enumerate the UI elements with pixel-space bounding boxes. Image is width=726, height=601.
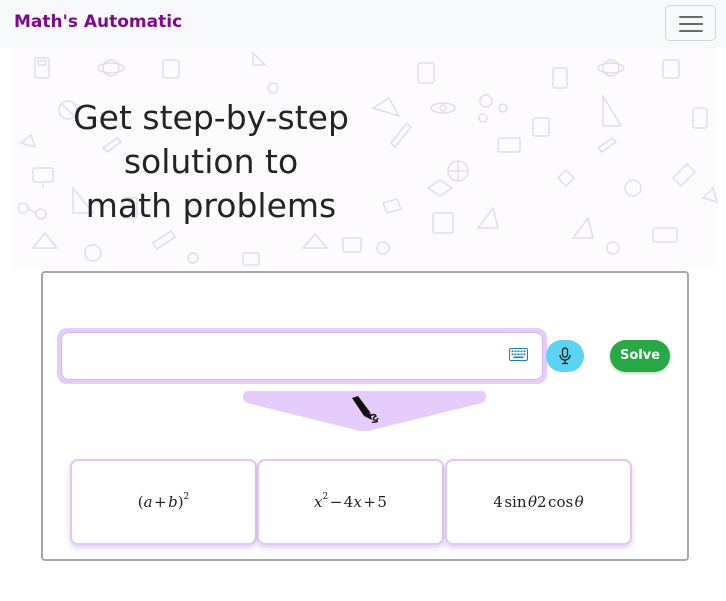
math-input-field[interactable] [61,332,543,380]
hero-title-line-3: math problems [85,186,337,225]
voice-input-button[interactable] [546,340,584,372]
solve-button[interactable]: Solve [610,340,670,372]
brand-logo-text[interactable]: Math's Automatic [14,12,182,32]
hero-title: Get step-by-step solution to math proble… [53,96,369,228]
example-expression: 4 sin θ2 cos θ [493,493,584,511]
example-problem-card[interactable]: (a + b)2 [70,459,257,545]
navbar: Math's Automatic [0,0,726,48]
menu-toggle-button[interactable] [665,5,716,41]
keyboard-icon[interactable] [509,348,528,361]
example-expression: x2 − 4x + 5 [314,492,387,511]
example-problem-card[interactable]: 4 sin θ2 cos θ [445,459,632,545]
math-input-wrapper [57,328,547,384]
hero-banner: Get step-by-step solution to math proble… [13,48,718,270]
example-expression: (a + b)2 [137,492,190,511]
example-problem-card[interactable]: x2 − 4x + 5 [257,459,444,545]
pen-icon[interactable] [348,394,382,428]
hero-title-line-2: solution to [123,142,299,181]
microphone-icon [559,347,571,365]
hero-title-line-1: Get step-by-step [73,98,349,137]
